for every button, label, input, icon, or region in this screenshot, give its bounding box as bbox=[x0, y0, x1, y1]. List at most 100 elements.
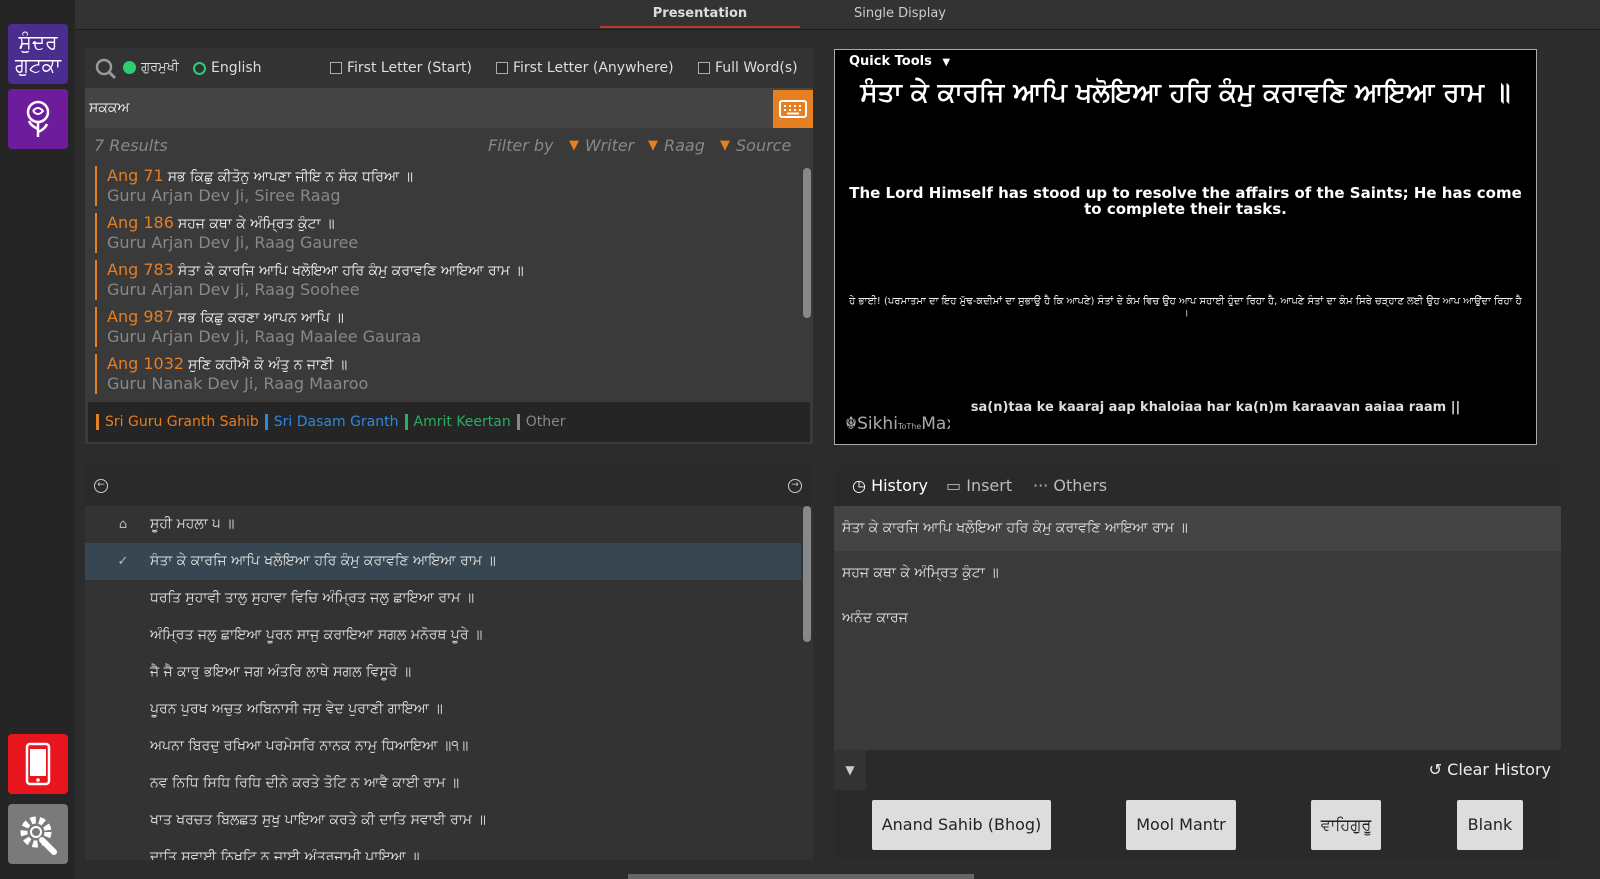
first-letter-anywhere-option[interactable]: First Letter (Anywhere) bbox=[496, 60, 674, 76]
history-item[interactable]: ਅਨੰਦ ਕਾਰਜ bbox=[834, 596, 1561, 641]
result-meta: Guru Arjan Dev Ji, Raag Soohee bbox=[107, 280, 360, 299]
tab-others[interactable]: ··· Others bbox=[1033, 476, 1107, 495]
result-item[interactable]: Ang 1032 ਸੁਣਿ ਕਹੀਐ ਕੋ ਅੰਤੁ ਨ ਜਾਣੀ ॥ Guru … bbox=[95, 354, 785, 394]
tab-insert[interactable]: ▭ Insert bbox=[946, 476, 1012, 495]
clear-history-label: Clear History bbox=[1447, 760, 1551, 779]
result-ang: Ang 783 bbox=[107, 260, 174, 279]
ceremonies-button[interactable] bbox=[8, 89, 68, 149]
check-icon: ✓ bbox=[117, 554, 129, 569]
shabad-line[interactable]: ਦਾਤਿ ਸਵਾਈ ਨਿਖੁਟਿ ਨ ਜਾਈ ਅੰਤਰਜਾਮੀ ਪਾਇਆ ॥ bbox=[85, 839, 801, 860]
result-meta: Guru Arjan Dev Ji, Siree Raag bbox=[107, 186, 341, 205]
source-other[interactable]: Other bbox=[516, 414, 572, 430]
source-dasam[interactable]: Sri Dasam Granth bbox=[264, 414, 405, 430]
full-words-option[interactable]: Full Word(s) bbox=[698, 60, 798, 76]
clear-history-button[interactable]: ↺ Clear History bbox=[1429, 760, 1551, 779]
result-ang: Ang 71 bbox=[107, 166, 164, 185]
search-options-row: ਗੁਰਮੁਖੀ English First Letter (Start) Fir… bbox=[85, 48, 813, 88]
result-ang: Ang 186 bbox=[107, 213, 174, 232]
shabad-line-text: ਸੰਤਾ ਕੇ ਕਾਰਜਿ ਆਪਿ ਖਲੋਇਆ ਹਰਿ ਕੰਮੁ ਕਰਾਵਣਿ … bbox=[150, 553, 496, 569]
raag-filter[interactable]: ▼ Raag bbox=[648, 136, 705, 155]
waheguru-button[interactable]: ਵਾਹਿਗੁਰੂ bbox=[1311, 800, 1381, 850]
filter-by-label: Filter by bbox=[488, 136, 554, 155]
source-sggs[interactable]: Sri Guru Granth Sahib bbox=[96, 414, 265, 430]
results-filter-bar: 7 Results Filter by ▼ Writer ▼ Raag ▼ So… bbox=[85, 132, 813, 160]
clock-icon: ◷ bbox=[852, 476, 866, 495]
checkbox-icon bbox=[496, 62, 508, 74]
writer-filter[interactable]: ▼ Writer bbox=[569, 136, 634, 155]
undo-icon: ↺ bbox=[1428, 760, 1443, 779]
ellipsis-icon: ··· bbox=[1033, 476, 1049, 495]
caret-down-icon[interactable]: ▼ bbox=[834, 750, 866, 790]
shabad-lines: ⌂ ਸੂਹੀ ਮਹਲਾ ੫ ॥ ✓ ਸੰਤਾ ਕੇ ਕਾਰਜਿ ਆਪਿ ਖਲੋਇਆ … bbox=[85, 506, 801, 860]
history-list: ਸੰਤਾ ਕੇ ਕਾਰਜਿ ਆਪਿ ਖਲੋਇਆ ਹਰਿ ਕੰਮੁ ਕਰਾਵਣਿ … bbox=[834, 506, 1561, 750]
history-panel: ◷ History ▭ Insert ··· Others ਸੰਤਾ ਕੇ ਕਾ… bbox=[834, 466, 1561, 860]
horizontal-scrollbar[interactable] bbox=[628, 874, 974, 879]
sundar-gutka-button[interactable]: ਸੁੰਦਰ ਗੁਟਕਾ bbox=[8, 24, 68, 84]
sikhitothemax-logo: ☬SikhiToTheMax bbox=[845, 412, 956, 439]
monitor-icon: ▭ bbox=[946, 476, 962, 495]
shabad-line[interactable]: ਅੰਮ੍ਰਿਤ ਜਲੁ ਛਾਇਆ ਪੂਰਨ ਸਾਜੁ ਕਰਾਇਆ ਸਗਲ ਮਨੋ… bbox=[85, 617, 801, 654]
results-scrollbar[interactable] bbox=[803, 168, 811, 318]
shabad-line[interactable]: ਨਵ ਨਿਧਿ ਸਿਧਿ ਰਿਧਿ ਦੀਨੇ ਕਰਤੇ ਤੋਟਿ ਨ ਆਵੈ ਕ… bbox=[85, 765, 801, 802]
tab-single-display[interactable]: Single Display bbox=[800, 0, 1000, 28]
result-gurmukhi: ਸਭ ਕਿਛੁ ਕਰਣਾ ਆਪਨ ਆਪਿ ॥ bbox=[177, 310, 344, 326]
shabad-scrollbar[interactable] bbox=[803, 506, 811, 642]
shabad-line[interactable]: ਅਪਨਾ ਬਿਰਦੁ ਰਖਿਆ ਪਰਮੇਸਰਿ ਨਾਨਕ ਨਾਮੁ ਧਿਆਇਆ … bbox=[85, 728, 801, 765]
writer-filter-label: Writer bbox=[585, 136, 635, 155]
shabad-line-text: ਅੰਮ੍ਰਿਤ ਜਲੁ ਛਾਇਆ ਪੂਰਨ ਸਾਜੁ ਕਰਾਇਆ ਸਗਲ ਮਨੋ… bbox=[150, 627, 483, 643]
result-gurmukhi: ਸੰਤਾ ਕੇ ਕਾਰਜਿ ਆਪਿ ਖਲੋਇਆ ਹਰਿ ਕੰਮੁ ਕਰਾਵਣਿ … bbox=[177, 263, 524, 279]
search-panel: ਗੁਰਮੁਖੀ English First Letter (Start) Fir… bbox=[85, 48, 813, 444]
next-shabad-icon[interactable]: → bbox=[788, 479, 802, 493]
svg-text:☬SikhiToTheMax: ☬SikhiToTheMax bbox=[845, 414, 950, 434]
tab-others-label: Others bbox=[1053, 476, 1108, 495]
shabad-line[interactable]: ⌂ ਸੂਹੀ ਮਹਲਾ ੫ ॥ bbox=[85, 506, 801, 543]
display-punjabi-translation: ਹੇ ਭਾਈ! (ਪਰਮਾਤਮਾ ਦਾ ਇਹ ਮੁੱਢ-ਕਦੀਮਾਂ ਦਾ ਸੁ… bbox=[849, 296, 1522, 319]
shabad-line[interactable]: ਜੈ ਜੈ ਕਾਰੁ ਭਇਆ ਜਗ ਅੰਤਰਿ ਲਾਥੇ ਸਗਲ ਵਿਸੂਰੇ … bbox=[85, 654, 801, 691]
result-gurmukhi: ਸਭ ਕਿਛੁ ਕੀਤੋਨੁ ਆਪਣਾ ਜੀਇ ਨ ਸੰਕ ਧਰਿਆ ॥ bbox=[167, 169, 414, 185]
tab-presentation[interactable]: Presentation bbox=[600, 0, 800, 28]
shabad-line-text: ਧਰਤਿ ਸੁਹਾਵੀ ਤਾਲੁ ਸੁਹਾਵਾ ਵਿਚਿ ਅੰਮ੍ਰਿਤ ਜਲੁ… bbox=[150, 590, 475, 606]
result-item[interactable]: Ang 783 ਸੰਤਾ ਕੇ ਕਾਰਜਿ ਆਪਿ ਖਲੋਇਆ ਹਰਿ ਕੰਮੁ … bbox=[95, 260, 785, 300]
shabad-line-text: ਜੈ ਜੈ ਕਾਰੁ ਭਇਆ ਜਗ ਅੰਤਰਿ ਲਾਥੇ ਸਗਲ ਵਿਸੂਰੇ … bbox=[150, 664, 412, 680]
first-letter-start-label: First Letter (Start) bbox=[347, 60, 473, 76]
source-amrit-keertan[interactable]: Amrit Keertan bbox=[404, 414, 517, 430]
english-radio[interactable]: English bbox=[193, 60, 262, 76]
shabad-line[interactable]: ਪੂਰਨ ਪੁਰਖ ਅਚੁਤ ਅਬਿਨਾਸੀ ਜਸੁ ਵੇਦ ਪੁਰਾਣੀ ਗਾ… bbox=[85, 691, 801, 728]
keyboard-button[interactable] bbox=[773, 90, 813, 128]
home-icon[interactable]: ⌂ bbox=[113, 506, 133, 543]
shabad-line-text: ਪੂਰਨ ਪੁਰਖ ਅਚੁਤ ਅਬਿਨਾਸੀ ਜਸੁ ਵੇਦ ਪੁਰਾਣੀ ਗਾ… bbox=[150, 701, 443, 717]
quick-buttons: Anand Sahib (Bhog) Mool Mantr ਵਾਹਿਗੁਰੂ B… bbox=[834, 790, 1561, 860]
mool-mantr-button[interactable]: Mool Mantr bbox=[1126, 800, 1236, 850]
display-gurmukhi: ਸੰਤਾ ਕੇ ਕਾਰਜਿ ਆਪਿ ਖਲੋਇਆ ਹਰਿ ਕੰਮੁ ਕਰਾਵਣਿ … bbox=[860, 78, 1511, 108]
quick-tools-menu[interactable]: Quick Tools ▼ bbox=[849, 54, 950, 69]
gear-icon bbox=[20, 816, 57, 855]
result-item[interactable]: Ang 186 ਸਹਜ ਕਥਾ ਕੇ ਅੰਮ੍ਰਿਤ ਕੁੰਟਾ ॥ Guru A… bbox=[95, 213, 785, 253]
shabad-line[interactable]: ਖਾਤ ਖਰਚਤ ਬਿਲਛਤ ਸੁਖੁ ਪਾਇਆ ਕਰਤੇ ਕੀ ਦਾਤਿ ਸਵ… bbox=[85, 802, 801, 839]
first-letter-start-option[interactable]: First Letter (Start) bbox=[330, 60, 472, 76]
source-filter[interactable]: ▼ Source bbox=[720, 136, 791, 155]
presentation-preview: Quick Tools ▼ ਸੰਤਾ ਕੇ ਕਾਰਜਿ ਆਪਿ ਖਲੋਇਆ ਹਰ… bbox=[834, 49, 1537, 445]
english-radio-label: English bbox=[211, 60, 262, 76]
blank-button[interactable]: Blank bbox=[1457, 800, 1523, 850]
shabad-line-text: ਅਪਨਾ ਬਿਰਦੁ ਰਖਿਆ ਪਰਮੇਸਰਿ ਨਾਨਕ ਨਾਮੁ ਧਿਆਇਆ … bbox=[150, 738, 469, 754]
search-icon[interactable] bbox=[95, 58, 117, 80]
history-item[interactable]: ਸਹਜ ਕਥਾ ਕੇ ਅੰਮ੍ਰਿਤ ਕੁੰਟਾ ॥ bbox=[834, 551, 1561, 596]
tab-history[interactable]: ◷ History bbox=[852, 476, 928, 495]
caret-down-icon: ▼ bbox=[569, 138, 579, 153]
phone-icon bbox=[25, 742, 51, 786]
settings-button[interactable] bbox=[8, 804, 68, 864]
search-input[interactable] bbox=[89, 92, 769, 124]
mobile-sync-button[interactable] bbox=[8, 734, 68, 794]
previous-shabad-icon[interactable]: ← bbox=[94, 479, 108, 493]
anand-sahib-bhog-button[interactable]: Anand Sahib (Bhog) bbox=[872, 800, 1051, 850]
gurmukhi-radio[interactable]: ਗੁਰਮੁਖੀ bbox=[123, 60, 179, 75]
history-item[interactable]: ਸੰਤਾ ਕੇ ਕਾਰਜਿ ਆਪਿ ਖਲੋਇਆ ਹਰਿ ਕੰਮੁ ਕਰਾਵਣਿ … bbox=[834, 506, 1561, 551]
checkbox-icon bbox=[698, 62, 710, 74]
result-item[interactable]: Ang 71 ਸਭ ਕਿਛੁ ਕੀਤੋਨੁ ਆਪਣਾ ਜੀਇ ਨ ਸੰਕ ਧਰਿਆ… bbox=[95, 166, 785, 206]
result-item[interactable]: Ang 987 ਸਭ ਕਿਛੁ ਕਰਣਾ ਆਪਨ ਆਪਿ ॥ Guru Arjan… bbox=[95, 307, 785, 347]
shabad-line[interactable]: ਧਰਤਿ ਸੁਹਾਵੀ ਤਾਲੁ ਸੁਹਾਵਾ ਵਿਚਿ ਅੰਮ੍ਰਿਤ ਜਲੁ… bbox=[85, 580, 801, 617]
result-ang: Ang 1032 bbox=[107, 354, 185, 373]
gurmukhi-radio-label: ਗੁਰਮੁਖੀ bbox=[141, 60, 179, 75]
shabad-line-active[interactable]: ✓ ਸੰਤਾ ਕੇ ਕਾਰਜਿ ਆਪਿ ਖਲੋਇਆ ਹਰਿ ਕੰਮੁ ਕਰਾਵਣਿ… bbox=[85, 543, 801, 580]
caret-down-icon: ▼ bbox=[720, 138, 730, 153]
